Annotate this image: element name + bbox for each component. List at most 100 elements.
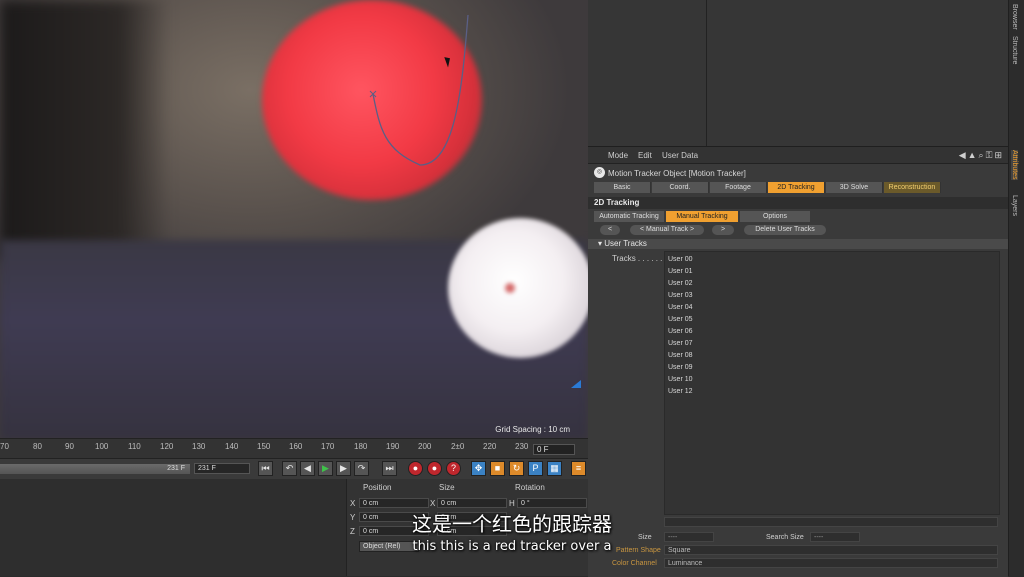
ruler-tick-label: 180 <box>354 442 368 451</box>
tab-browser[interactable]: Browser <box>1011 4 1018 30</box>
menu-user-data[interactable]: User Data <box>662 151 698 160</box>
tracks-list[interactable]: User 00 User 01 User 02 User 03 User 04 … <box>664 251 1000 515</box>
delete-user-tracks-button[interactable]: Delete User Tracks <box>744 225 826 235</box>
tab-attributes[interactable]: Attributes <box>1011 150 1018 180</box>
subtitle-chinese: 这是一个红色的跟踪器 <box>412 512 612 536</box>
rotation-header: Rotation <box>515 483 545 492</box>
tab-structure[interactable]: Structure <box>1011 36 1018 64</box>
current-frame-field[interactable]: 0 F <box>533 444 575 455</box>
ruler-tick-label: 130 <box>192 442 206 451</box>
tab-reconstruction[interactable]: Reconstruction <box>884 182 941 193</box>
list-item[interactable]: User 08 <box>668 352 693 359</box>
ruler-tick-label: 2±0 <box>451 442 465 451</box>
position-x-field[interactable]: 0 cm <box>359 498 429 508</box>
list-item[interactable]: User 02 <box>668 280 693 287</box>
subtab-options[interactable]: Options <box>740 211 810 222</box>
subtab-manual-tracking[interactable]: Manual Tracking <box>666 211 738 222</box>
up-arrow-icon[interactable]: ▲ <box>968 150 979 160</box>
next-track-button[interactable]: > <box>712 225 734 235</box>
menu-edit[interactable]: Edit <box>638 151 652 160</box>
list-item[interactable]: User 12 <box>668 388 693 395</box>
tracks-label: Tracks . . . . . . <box>612 254 663 263</box>
position-header: Position <box>363 483 392 492</box>
motion-tracker-icon: ◎ <box>594 167 605 178</box>
list-item[interactable]: User 10 <box>668 376 693 383</box>
subtitle-english: this this is a red tracker over a <box>412 539 612 554</box>
pla-key-icon[interactable]: ▦ <box>547 461 562 476</box>
viewport[interactable]: Grid Spacing : 10 cm <box>0 0 588 438</box>
move-key-icon[interactable]: ✥ <box>471 461 486 476</box>
ruler-tick-label: 140 <box>225 442 239 451</box>
color-channel-label: Color Channel <box>612 560 657 567</box>
end-frame-field[interactable]: 231 F <box>194 463 250 474</box>
list-item[interactable]: User 05 <box>668 316 693 323</box>
user-tracks-group[interactable]: ▾ User Tracks <box>588 239 1008 249</box>
ruler-tick-label: 70 <box>0 442 9 451</box>
record-key-icon[interactable]: ● <box>408 461 423 476</box>
list-item[interactable]: User 01 <box>668 268 693 275</box>
transport-bar: 231 F 231 F ⏮ ↶ ◀ ▶ ▶ ↷ ⏭ ● ● ? ✥ ■ ↻ P … <box>0 458 588 480</box>
manual-track-button[interactable]: < Manual Track > <box>630 225 704 235</box>
autokey-icon[interactable]: ● <box>427 461 442 476</box>
ruler-tick-label: 170 <box>321 442 335 451</box>
grid-spacing-label: Grid Spacing : 10 cm <box>495 425 570 434</box>
ruler-tick-label: 80 <box>33 442 42 451</box>
tab-2d-tracking[interactable]: 2D Tracking <box>768 182 825 193</box>
timeline-ruler[interactable]: 70 80 90 100 110 120 130 140 150 160 170… <box>0 438 588 459</box>
ruler-tick-label: 90 <box>65 442 74 451</box>
prev-frame-button[interactable]: ◀ <box>300 461 315 476</box>
next-key-button[interactable]: ↷ <box>354 461 369 476</box>
rotate-key-icon[interactable]: ↻ <box>509 461 524 476</box>
size-x-field[interactable]: 0 cm <box>437 498 507 508</box>
play-button[interactable]: ▶ <box>318 461 333 476</box>
go-to-start-button[interactable]: ⏮ <box>258 461 273 476</box>
list-item[interactable]: User 07 <box>668 340 693 347</box>
rotation-h-label: H <box>509 499 515 508</box>
color-channel-dropdown[interactable]: Luminance <box>664 558 998 568</box>
user-tracks-label: User Tracks <box>604 239 647 248</box>
tab-coord[interactable]: Coord. <box>652 182 709 193</box>
ruler-tick-label: 230 <box>515 442 529 451</box>
keyframe-selection-icon[interactable]: ? <box>446 461 461 476</box>
subtab-automatic-tracking[interactable]: Automatic Tracking <box>594 211 664 222</box>
ruler-tick-label: 150 <box>257 442 271 451</box>
panel-divider <box>706 0 707 146</box>
ruler-tick-label: 120 <box>160 442 174 451</box>
view-axis-icon <box>571 380 581 388</box>
attributes-menubar: Mode Edit User Data ◀▲⌕⚿⊞ <box>588 147 1008 164</box>
prev-track-button[interactable]: < <box>600 225 620 235</box>
new-panel-icon[interactable]: ⊞ <box>994 150 1004 160</box>
list-item[interactable]: User 03 <box>668 292 693 299</box>
object-manager[interactable] <box>588 0 1008 146</box>
ruler-tick-label: 220 <box>483 442 497 451</box>
tab-footage[interactable]: Footage <box>710 182 767 193</box>
ruler-tick-label: 190 <box>386 442 400 451</box>
size-header: Size <box>439 483 455 492</box>
tab-3d-solve[interactable]: 3D Solve <box>826 182 883 193</box>
time-slider-value: 231 F <box>167 465 185 472</box>
object-title: Motion Tracker Object [Motion Tracker] <box>608 169 746 178</box>
list-item[interactable]: User 00 <box>668 256 693 263</box>
next-frame-button[interactable]: ▶ <box>336 461 351 476</box>
ruler-tick-label: 160 <box>289 442 303 451</box>
timeline-window-icon[interactable]: ≡ <box>571 461 586 476</box>
list-item[interactable]: User 09 <box>668 364 693 371</box>
list-item[interactable]: User 04 <box>668 304 693 311</box>
prev-key-button[interactable]: ↶ <box>282 461 297 476</box>
side-tabs: Structure Browser Attributes Layers <box>1008 0 1024 576</box>
param-key-icon[interactable]: P <box>528 461 543 476</box>
menu-mode[interactable]: Mode <box>608 151 628 160</box>
back-arrow-icon[interactable]: ◀ <box>959 150 968 160</box>
list-item[interactable]: User 06 <box>668 328 693 335</box>
go-to-end-button[interactable]: ⏭ <box>382 461 397 476</box>
scale-key-icon[interactable]: ■ <box>490 461 505 476</box>
tracker-path[interactable] <box>0 0 588 438</box>
time-slider[interactable]: 231 F <box>0 464 190 474</box>
tab-basic[interactable]: Basic <box>594 182 651 193</box>
ruler-tick-label: 100 <box>95 442 109 451</box>
tab-layers[interactable]: Layers <box>1011 195 1018 216</box>
search-icon[interactable]: ⌕ <box>979 150 986 160</box>
rotation-h-field[interactable]: 0 ° <box>517 498 587 508</box>
ruler-tick-label: 110 <box>128 442 141 451</box>
attribute-tools[interactable]: ◀▲⌕⚿⊞ <box>959 150 1004 161</box>
